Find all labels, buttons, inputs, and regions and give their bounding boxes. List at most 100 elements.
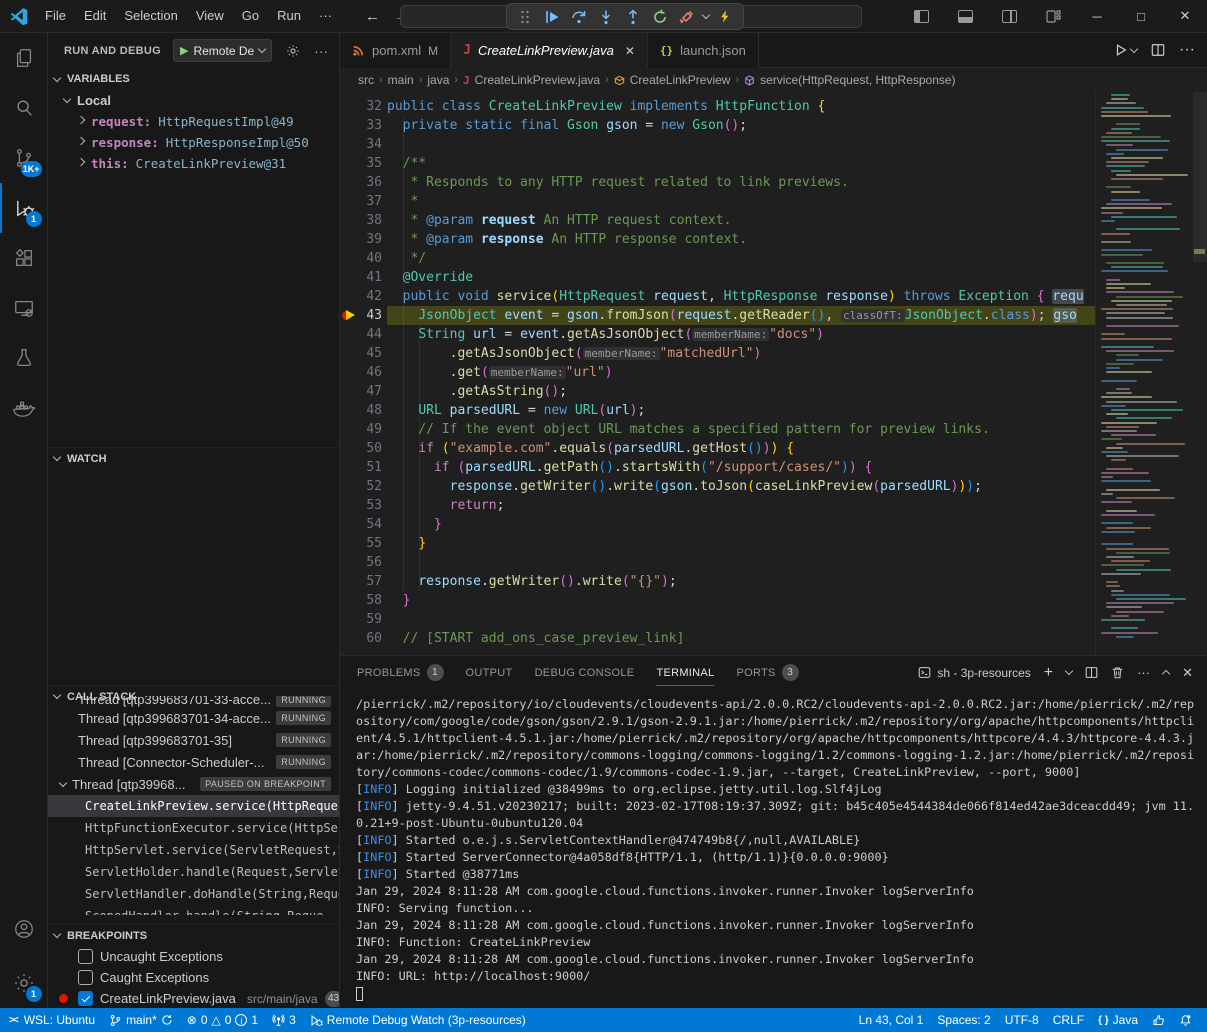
- menu-item-go[interactable]: Go: [233, 5, 268, 26]
- code-line[interactable]: */: [387, 249, 1095, 268]
- code-line[interactable]: @Override: [387, 268, 1095, 287]
- remote-explorer-icon[interactable]: [0, 283, 48, 333]
- line-number[interactable]: 40: [340, 249, 386, 268]
- debug-settings-gear-icon[interactable]: [286, 44, 300, 58]
- new-terminal-icon[interactable]: +: [1044, 664, 1053, 682]
- terminal-output[interactable]: /pierrick/.m2/repository/io/cloudevents/…: [340, 689, 1207, 1008]
- close-tab-icon[interactable]: ✕: [625, 44, 635, 58]
- line-number[interactable]: 49: [340, 420, 386, 439]
- code-line[interactable]: if ("example.com".equals(parsedURL.getHo…: [387, 439, 1095, 458]
- toggle-panel-icon[interactable]: [943, 0, 987, 32]
- line-number[interactable]: 51: [340, 458, 386, 477]
- line-number[interactable]: 60: [340, 629, 386, 648]
- tab-ports[interactable]: PORTS 3: [736, 656, 798, 689]
- run-java-icon[interactable]: [1114, 43, 1137, 57]
- menu-item-[interactable]: ···: [310, 5, 341, 26]
- terminal-instance[interactable]: sh - 3p-resources: [918, 666, 1030, 680]
- breakpoint-checkbox[interactable]: [78, 970, 93, 985]
- code-line[interactable]: }: [387, 591, 1095, 610]
- code-line[interactable]: [387, 610, 1095, 629]
- code-line[interactable]: *: [387, 192, 1095, 211]
- tab-debug-console[interactable]: DEBUG CONSOLE: [535, 656, 635, 689]
- more-actions-icon[interactable]: ···: [1179, 41, 1195, 59]
- split-editor-icon[interactable]: [1151, 43, 1165, 57]
- breadcrumb-item[interactable]: CreateLinkPreview: [630, 73, 731, 87]
- code-line[interactable]: // [START add_ons_case_preview_link]: [387, 629, 1095, 648]
- line-number[interactable]: 34: [340, 135, 386, 154]
- stack-frame[interactable]: CreateLinkPreview.service(HttpReques: [48, 795, 339, 817]
- line-number[interactable]: 47: [340, 382, 386, 401]
- code-line[interactable]: .getAsJsonObject(memberName:"matchedUrl"…: [387, 344, 1095, 363]
- tab-launch-json[interactable]: {} launch.json: [648, 33, 759, 68]
- docker-icon[interactable]: [0, 383, 48, 433]
- line-number[interactable]: 43: [340, 306, 386, 325]
- debug-session[interactable]: Remote Debug Watch (3p-resources): [303, 1008, 533, 1032]
- hot-code-replace-icon[interactable]: [714, 6, 736, 28]
- breakpoint-checkbox[interactable]: [78, 991, 93, 1006]
- thread-row[interactable]: Thread [qtp399683701-34-acce...RUNNING: [48, 707, 339, 729]
- watch-section-header[interactable]: WATCH: [48, 447, 339, 469]
- menu-item-edit[interactable]: Edit: [75, 5, 115, 26]
- stack-frame[interactable]: ServletHolder.handle(Request,Servlet: [48, 861, 339, 883]
- breadcrumb-item[interactable]: src: [358, 73, 374, 87]
- breakpoint-checkbox[interactable]: [78, 949, 93, 964]
- minimap[interactable]: [1097, 92, 1193, 655]
- line-number[interactable]: 46: [340, 363, 386, 382]
- variable-row[interactable]: this:CreateLinkPreview@31: [48, 153, 339, 174]
- menu-item-file[interactable]: File: [36, 5, 75, 26]
- line-number[interactable]: 36: [340, 173, 386, 192]
- code-line[interactable]: public void service(HttpRequest request,…: [387, 287, 1095, 306]
- step-out-icon[interactable]: [622, 6, 644, 28]
- code-line[interactable]: /**: [387, 154, 1095, 173]
- tab-output[interactable]: OUTPUT: [466, 656, 513, 689]
- remote-indicator[interactable]: >< WSL: Ubuntu: [2, 1008, 102, 1032]
- source-control-icon[interactable]: 1K+: [0, 133, 48, 183]
- feedback-icon[interactable]: [1145, 1008, 1172, 1032]
- language-mode[interactable]: { } Java: [1091, 1008, 1145, 1032]
- line-number[interactable]: 44: [340, 325, 386, 344]
- code-line[interactable]: String url = event.getAsJsonObject(membe…: [387, 325, 1095, 344]
- git-branch[interactable]: main*: [102, 1008, 180, 1032]
- stack-frame[interactable]: ScopedHandler.handle(String,Reque: [48, 905, 339, 915]
- variables-scope[interactable]: Local: [48, 90, 339, 111]
- variable-row[interactable]: request:HttpRequestImpl@49: [48, 111, 339, 132]
- code-line[interactable]: response.getWriter().write("{}");: [387, 572, 1095, 591]
- code-line[interactable]: response.getWriter().write(gson.toJson(c…: [387, 477, 1095, 496]
- code-line[interactable]: * @param request An HTTP request context…: [387, 211, 1095, 230]
- scrollbar-slider[interactable]: [1193, 92, 1207, 262]
- line-number[interactable]: 37: [340, 192, 386, 211]
- breakpoint-row[interactable]: CreateLinkPreview.javasrc/main/java43: [48, 988, 339, 1008]
- start-debug-icon[interactable]: ▶: [180, 44, 188, 57]
- line-number[interactable]: 53: [340, 496, 386, 515]
- paused-breakpoint-icon[interactable]: [341, 309, 357, 322]
- code-line[interactable]: return;: [387, 496, 1095, 515]
- disconnect-dropdown-icon[interactable]: [702, 11, 710, 19]
- breadcrumb-item[interactable]: service(HttpRequest, HttpResponse): [760, 73, 955, 87]
- minimize-icon[interactable]: ─: [1075, 0, 1119, 32]
- tab-terminal[interactable]: TERMINAL: [656, 656, 714, 689]
- menu-item-run[interactable]: Run: [268, 5, 310, 26]
- encoding[interactable]: UTF-8: [998, 1008, 1046, 1032]
- launch-config-select[interactable]: ▶ Remote De: [173, 39, 272, 62]
- maximize-panel-icon[interactable]: [1162, 670, 1170, 678]
- line-number[interactable]: 50: [340, 439, 386, 458]
- overview-ruler[interactable]: [1193, 92, 1207, 655]
- cursor-position[interactable]: Ln 43, Col 1: [852, 1008, 931, 1032]
- line-number[interactable]: 56: [340, 553, 386, 572]
- breadcrumb-item[interactable]: java: [427, 73, 449, 87]
- code-line[interactable]: // If the event object URL matches a spe…: [387, 420, 1095, 439]
- breadcrumb-item[interactable]: CreateLinkPreview.java: [475, 73, 600, 87]
- extensions-icon[interactable]: [0, 233, 48, 283]
- tab-pom-xml[interactable]: pom.xml M: [340, 33, 451, 68]
- thread-row[interactable]: Thread [Connector-Scheduler-...RUNNING: [48, 751, 339, 773]
- kill-terminal-icon[interactable]: [1111, 666, 1124, 679]
- restart-icon[interactable]: [649, 6, 671, 28]
- terminal-dropdown-icon[interactable]: [1065, 667, 1073, 675]
- menu-item-selection[interactable]: Selection: [115, 5, 186, 26]
- testing-icon[interactable]: [0, 333, 48, 383]
- notifications-bell-icon[interactable]: [1172, 1008, 1199, 1032]
- code-line[interactable]: [387, 135, 1095, 154]
- line-number[interactable]: 52: [340, 477, 386, 496]
- line-number[interactable]: 48: [340, 401, 386, 420]
- panel-more-icon[interactable]: ···: [1137, 665, 1150, 680]
